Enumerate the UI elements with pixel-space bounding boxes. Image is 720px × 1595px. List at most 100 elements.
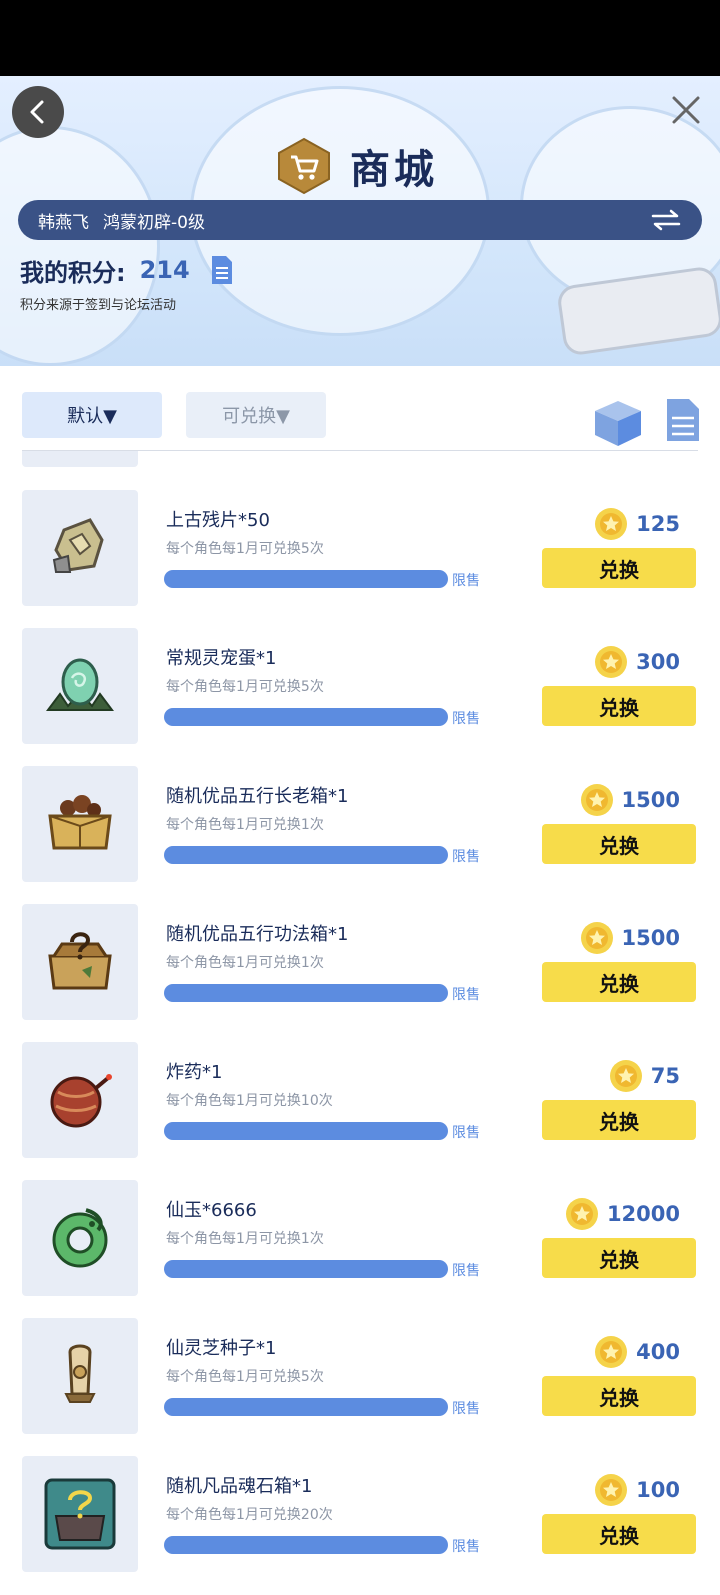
price-value: 1500 bbox=[621, 788, 680, 812]
item-price: 100 bbox=[594, 1474, 680, 1506]
soulstone-chest-icon bbox=[22, 1456, 138, 1572]
item-limit: 每个角色每1月可兑换5次 bbox=[166, 541, 324, 557]
product-list: 上古残片*50 每个角色每1月可兑换5次 限售 125 兑换 常规灵宠蛋*1 每… bbox=[0, 490, 720, 1594]
item-limit: 每个角色每1月可兑换1次 bbox=[166, 817, 324, 833]
price-value: 125 bbox=[636, 512, 680, 536]
redeem-button[interactable]: 兑换 bbox=[542, 1238, 696, 1278]
item-price: 400 bbox=[594, 1336, 680, 1368]
elder-chest-icon bbox=[22, 766, 138, 882]
limited-tag: 限售 bbox=[452, 1539, 480, 1555]
user-name: 韩燕飞 bbox=[38, 212, 89, 233]
stock-bar bbox=[164, 1260, 448, 1278]
points-label: 我的积分: bbox=[20, 258, 126, 287]
package-icon[interactable] bbox=[592, 398, 644, 448]
points-value: 214 bbox=[139, 256, 190, 284]
list-item: 随机优品五行功法箱*1 每个角色每1月可兑换1次 限售 1500 兑换 bbox=[0, 904, 720, 1042]
item-limit: 每个角色每1月可兑换5次 bbox=[166, 1369, 324, 1385]
stock-bar bbox=[164, 1398, 448, 1416]
status-bar bbox=[0, 0, 720, 76]
item-limit: 每个角色每1月可兑换1次 bbox=[166, 955, 324, 971]
price-value: 1500 bbox=[621, 926, 680, 950]
list-item-partial bbox=[22, 451, 138, 467]
coin-icon bbox=[609, 1060, 642, 1092]
redeem-button[interactable]: 兑换 bbox=[542, 1100, 696, 1140]
explosive-icon bbox=[22, 1042, 138, 1158]
skill-chest-icon bbox=[22, 904, 138, 1020]
user-level: 鸿蒙初辟-0级 bbox=[103, 212, 205, 233]
stock-bar bbox=[164, 708, 448, 726]
item-name: 仙玉*6666 bbox=[166, 1200, 257, 1221]
item-name: 常规灵宠蛋*1 bbox=[166, 648, 277, 669]
points-note: 积分来源于签到与论坛活动 bbox=[20, 298, 177, 313]
coin-icon bbox=[595, 508, 628, 540]
price-value: 400 bbox=[636, 1340, 680, 1364]
stone-fragment-icon bbox=[22, 490, 138, 606]
shopping-cart-icon bbox=[278, 137, 330, 195]
page-title-text: 商城 bbox=[350, 147, 438, 193]
switch-icon[interactable] bbox=[650, 208, 682, 232]
item-name: 炸药*1 bbox=[166, 1062, 223, 1083]
coin-icon bbox=[595, 1336, 628, 1368]
redeem-button[interactable]: 兑换 bbox=[542, 824, 696, 864]
price-value: 12000 bbox=[606, 1202, 680, 1226]
list-item: 仙灵芝种子*1 每个角色每1月可兑换5次 限售 400 兑换 bbox=[0, 1318, 720, 1456]
item-price: 1500 bbox=[580, 922, 680, 954]
limited-tag: 限售 bbox=[452, 1263, 480, 1279]
close-icon bbox=[672, 96, 700, 124]
price-value: 75 bbox=[650, 1064, 680, 1088]
close-button[interactable] bbox=[668, 92, 704, 128]
item-price: 75 bbox=[609, 1060, 680, 1092]
item-name: 随机优品五行长老箱*1 bbox=[166, 786, 349, 807]
item-limit: 每个角色每1月可兑换1次 bbox=[166, 1231, 324, 1247]
redeem-button[interactable]: 兑换 bbox=[542, 1514, 696, 1554]
item-name: 随机凡品魂石箱*1 bbox=[166, 1476, 313, 1497]
coin-icon bbox=[580, 784, 613, 816]
item-limit: 每个角色每1月可兑换5次 bbox=[166, 679, 324, 695]
coin-icon bbox=[595, 646, 628, 678]
list-item: 上古残片*50 每个角色每1月可兑换5次 限售 125 兑换 bbox=[0, 490, 720, 628]
list-item: 随机优品五行长老箱*1 每个角色每1月可兑换1次 限售 1500 兑换 bbox=[0, 766, 720, 904]
limited-tag: 限售 bbox=[452, 987, 480, 1003]
item-name: 随机优品五行功法箱*1 bbox=[166, 924, 349, 945]
price-value: 300 bbox=[636, 650, 680, 674]
coin-icon bbox=[595, 1474, 628, 1506]
user-bar[interactable]: 韩燕飞 鸿蒙初辟-0级 bbox=[18, 200, 702, 240]
redeem-button[interactable]: 兑换 bbox=[542, 962, 696, 1002]
item-price: 12000 bbox=[565, 1198, 680, 1230]
page-title: 商城 bbox=[276, 136, 438, 196]
redeem-button[interactable]: 兑换 bbox=[542, 1376, 696, 1416]
limited-tag: 限售 bbox=[452, 573, 480, 589]
pet-egg-icon bbox=[22, 628, 138, 744]
price-value: 100 bbox=[636, 1478, 680, 1502]
stock-bar bbox=[164, 1122, 448, 1140]
filter-redeemable[interactable]: 可兑换▼ bbox=[186, 392, 326, 438]
record-icon[interactable] bbox=[664, 396, 702, 444]
coin-icon bbox=[565, 1198, 598, 1230]
stock-bar bbox=[164, 1536, 448, 1554]
filter-default[interactable]: 默认▼ bbox=[22, 392, 162, 438]
jade-icon bbox=[22, 1180, 138, 1296]
redeem-button[interactable]: 兑换 bbox=[542, 548, 696, 588]
list-item: 炸药*1 每个角色每1月可兑换10次 限售 75 兑换 bbox=[0, 1042, 720, 1180]
limited-tag: 限售 bbox=[452, 1401, 480, 1417]
limited-tag: 限售 bbox=[452, 849, 480, 865]
limited-tag: 限售 bbox=[452, 1125, 480, 1141]
stock-bar bbox=[164, 570, 448, 588]
points-display: 我的积分: 214 bbox=[20, 252, 234, 288]
item-limit: 每个角色每1月可兑换10次 bbox=[166, 1093, 333, 1109]
back-button[interactable] bbox=[12, 86, 64, 138]
item-price: 125 bbox=[594, 508, 680, 540]
item-name: 仙灵芝种子*1 bbox=[166, 1338, 277, 1359]
item-price: 1500 bbox=[580, 784, 680, 816]
item-limit: 每个角色每1月可兑换20次 bbox=[166, 1507, 333, 1523]
list-item: 常规灵宠蛋*1 每个角色每1月可兑换5次 限售 300 兑换 bbox=[0, 628, 720, 766]
document-icon[interactable] bbox=[210, 254, 234, 286]
item-price: 300 bbox=[594, 646, 680, 678]
limited-tag: 限售 bbox=[452, 711, 480, 727]
redeem-button[interactable]: 兑换 bbox=[542, 686, 696, 726]
list-item: 随机凡品魂石箱*1 每个角色每1月可兑换20次 限售 100 兑换 bbox=[0, 1456, 720, 1594]
item-name: 上古残片*50 bbox=[166, 510, 270, 531]
mushroom-seed-icon bbox=[22, 1318, 138, 1434]
list-item: 仙玉*6666 每个角色每1月可兑换1次 限售 12000 兑换 bbox=[0, 1180, 720, 1318]
stock-bar bbox=[164, 846, 448, 864]
